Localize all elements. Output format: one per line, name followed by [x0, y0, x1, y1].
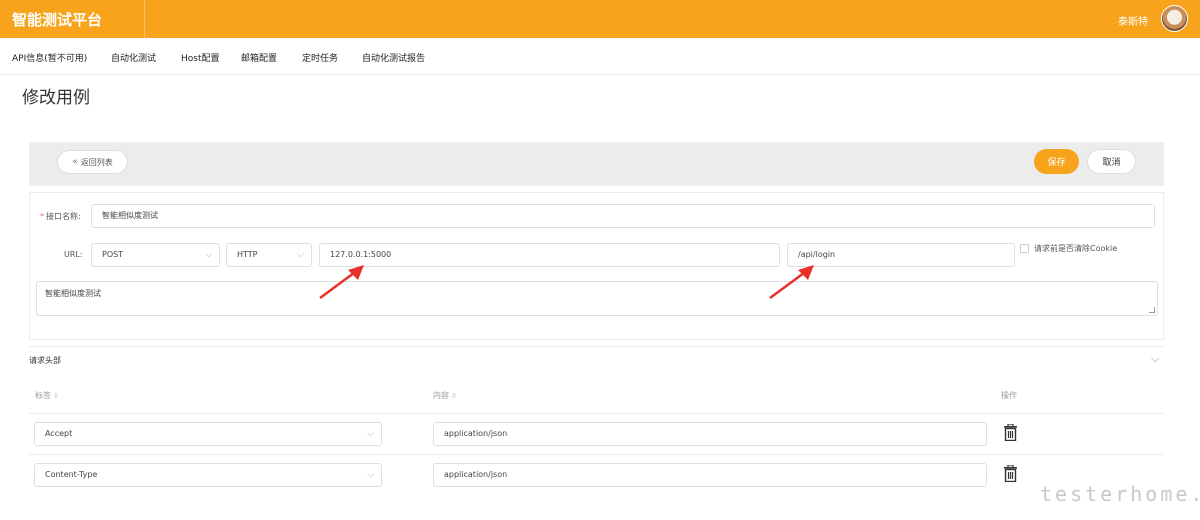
brand-divider [144, 0, 145, 38]
avatar[interactable] [1161, 5, 1188, 32]
description-textarea[interactable]: 智能相似度测试 [36, 281, 1158, 316]
sort-icon[interactable]: ⇳ [53, 392, 59, 400]
header-key-value: Content-Type [45, 470, 98, 479]
checkbox-icon[interactable] [1020, 244, 1029, 253]
resize-handle-icon[interactable] [1149, 307, 1155, 313]
annotation-arrow-host [319, 265, 364, 300]
save-button[interactable]: 保存 [1034, 149, 1079, 174]
clear-cookie-checkbox[interactable]: 请求前是否清除Cookie [1020, 243, 1117, 254]
column-key-label: 标签 [35, 391, 51, 400]
chevron-down-icon: ⌵ [297, 250, 304, 260]
chevron-down-icon: ⌵ [367, 429, 374, 439]
back-button-label: 返回列表 [80, 157, 113, 167]
table-row-divider [29, 454, 1164, 455]
page-title: 修改用例 [22, 88, 90, 108]
user-name[interactable]: 泰斯特 [1118, 13, 1148, 28]
url-label: URL: [64, 250, 83, 259]
annotation-arrow-path [769, 265, 814, 300]
host-input[interactable]: 127.0.0.1:5000 [319, 243, 780, 267]
back-to-list-button[interactable]: « 返回列表 [57, 150, 128, 174]
protocol-value: HTTP [237, 250, 258, 259]
header-value-input[interactable]: application/json [433, 463, 987, 487]
description-text: 智能相似度测试 [45, 289, 101, 298]
method-select[interactable]: POST ⌵ [91, 243, 220, 267]
nav-item-host-config[interactable]: Host配置 [181, 51, 220, 64]
header-key-value: Accept [45, 429, 73, 438]
header-value-input[interactable]: application/json [433, 422, 987, 446]
name-input[interactable]: 智能相似度测试 [91, 204, 1155, 228]
nav-item-test-report[interactable]: 自动化测试报告 [362, 51, 425, 64]
header-key-select[interactable]: Accept ⌵ [34, 422, 382, 446]
chevron-down-icon: ⌵ [205, 250, 212, 260]
column-header-key[interactable]: 标签 ⇳ [35, 390, 59, 401]
double-chevron-left-icon: « [72, 157, 78, 167]
chevron-down-icon: ⌵ [367, 470, 374, 480]
nav-item-email-config[interactable]: 邮箱配置 [241, 51, 277, 64]
top-bar: 智能测试平台 泰斯特 [0, 0, 1200, 38]
action-bar: « 返回列表 保存 取消 [29, 142, 1164, 186]
clear-cookie-label: 请求前是否清除Cookie [1034, 244, 1118, 253]
trash-icon[interactable] [1003, 424, 1018, 441]
name-label: * 接口名称: [40, 211, 81, 222]
headers-section-title: 请求头部 [29, 356, 61, 365]
name-label-text: 接口名称: [46, 212, 81, 221]
nav-item-api-info[interactable]: API信息(暂不可用) [12, 51, 87, 64]
site-watermark: testerhome.com [1040, 482, 1200, 506]
method-value: POST [102, 250, 124, 259]
column-header-value[interactable]: 内容 ⇳ [433, 390, 457, 401]
nav-item-auto-test[interactable]: 自动化测试 [111, 51, 156, 64]
collapse-chevron-icon[interactable]: ⌵ [1151, 352, 1159, 366]
column-value-label: 内容 [433, 391, 449, 400]
cancel-button[interactable]: 取消 [1087, 149, 1136, 174]
table-header-divider [29, 413, 1164, 414]
protocol-select[interactable]: HTTP ⌵ [226, 243, 312, 267]
required-asterisk: * [40, 212, 44, 221]
section-divider [29, 346, 1164, 347]
sort-icon[interactable]: ⇳ [451, 392, 457, 400]
column-header-action: 操作 [1001, 391, 1017, 400]
header-key-select[interactable]: Content-Type ⌵ [34, 463, 382, 487]
main-nav: API信息(暂不可用) 自动化测试 Host配置 邮箱配置 定时任务 自动化测试… [0, 38, 1200, 75]
case-form: * 接口名称: 智能相似度测试 URL: POST ⌵ HTTP ⌵ 127.0.… [29, 192, 1164, 340]
brand-title: 智能测试平台 [12, 11, 103, 29]
trash-icon[interactable] [1003, 465, 1018, 482]
nav-item-scheduled-tasks[interactable]: 定时任务 [302, 51, 338, 64]
